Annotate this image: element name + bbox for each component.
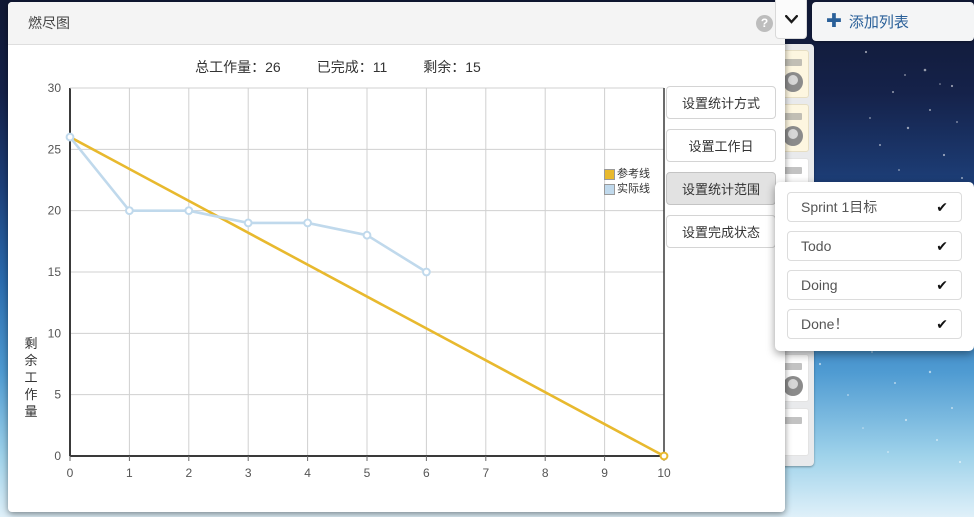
- legend-item-actual: 实际线: [604, 183, 650, 196]
- panel-header: 燃尽图 ?: [8, 2, 785, 45]
- svg-text:3: 3: [245, 466, 252, 480]
- svg-text:0: 0: [54, 449, 61, 463]
- page-title: 燃尽图: [28, 15, 70, 31]
- dropdown-item-sprint-1-goal[interactable]: Sprint 1目标 ✔: [787, 192, 962, 222]
- add-list-label: 添加列表: [848, 14, 909, 31]
- statistic-range-dropdown: Sprint 1目标 ✔ Todo ✔ Doing ✔ Done！ ✔: [775, 182, 974, 351]
- svg-text:20: 20: [48, 204, 62, 218]
- chart-plot: 0 5 10 15 20 25 30 0 1 2 3 4 5 6 7 8 9 10: [48, 81, 671, 480]
- svg-text:4: 4: [304, 466, 311, 480]
- legend-swatch: [604, 169, 615, 180]
- check-icon: ✔: [936, 315, 948, 332]
- svg-text:5: 5: [364, 466, 371, 480]
- avatar: [783, 126, 803, 146]
- svg-text:7: 7: [482, 466, 489, 480]
- dropdown-item-label: Todo: [801, 238, 832, 254]
- add-list-button[interactable]: ✚ 添加列表: [812, 2, 974, 41]
- check-icon: ✔: [936, 198, 948, 215]
- svg-text:8: 8: [542, 466, 549, 480]
- svg-text:30: 30: [48, 81, 62, 95]
- legend-label: 参考线: [617, 168, 650, 180]
- burndown-chart: 剩余工作量 051015202530012345678910 参考线 实际线 工…: [8, 80, 708, 500]
- legend-label: 实际线: [617, 183, 650, 195]
- chart-legend: 参考线 实际线: [604, 168, 650, 198]
- dropdown-item-label: Doing: [801, 277, 838, 293]
- dropdown-item-done[interactable]: Done！ ✔: [787, 309, 962, 339]
- stat-total: 总工作量：26: [195, 59, 281, 75]
- svg-text:6: 6: [423, 466, 430, 480]
- svg-text:1: 1: [126, 466, 133, 480]
- avatar: [783, 72, 803, 92]
- chart-action-buttons: 设置统计方式 设置工作日 设置统计范围 设置完成状态: [666, 86, 776, 248]
- check-icon: ✔: [936, 237, 948, 254]
- collapse-panel-button[interactable]: [775, 0, 807, 39]
- dropdown-item-doing[interactable]: Doing ✔: [787, 270, 962, 300]
- svg-text:9: 9: [601, 466, 608, 480]
- svg-text:0: 0: [67, 466, 74, 480]
- avatar: [783, 376, 803, 396]
- stat-completed: 已完成：11: [316, 59, 388, 75]
- dropdown-item-label: Sprint 1目标: [801, 199, 878, 215]
- svg-text:15: 15: [48, 265, 62, 279]
- legend-swatch: [604, 184, 615, 195]
- check-icon: ✔: [936, 276, 948, 293]
- dropdown-item-label: Done！: [801, 316, 849, 332]
- set-workday-button[interactable]: 设置工作日: [666, 129, 776, 162]
- stats-row: 总工作量：26 已完成：11 剩余：15: [8, 57, 668, 77]
- chevron-down-icon: [784, 14, 798, 24]
- svg-text:10: 10: [657, 466, 671, 480]
- set-statistic-range-button[interactable]: 设置统计范围: [666, 172, 776, 205]
- svg-text:25: 25: [48, 142, 62, 156]
- svg-text:2: 2: [185, 466, 192, 480]
- help-icon[interactable]: ?: [756, 15, 773, 32]
- svg-text:10: 10: [48, 326, 62, 340]
- stat-remaining: 剩余：15: [423, 59, 481, 75]
- burndown-chart-panel: 燃尽图 ? 总工作量：26 已完成：11 剩余：15 剩余工作量 0 5 10 15 2…: [8, 2, 785, 512]
- svg-text:5: 5: [54, 388, 61, 402]
- set-done-status-button[interactable]: 设置完成状态: [666, 215, 776, 248]
- set-statistic-method-button[interactable]: 设置统计方式: [666, 86, 776, 119]
- dropdown-item-todo[interactable]: Todo ✔: [787, 231, 962, 261]
- plus-icon: ✚: [826, 11, 842, 32]
- legend-item-reference: 参考线: [604, 168, 650, 181]
